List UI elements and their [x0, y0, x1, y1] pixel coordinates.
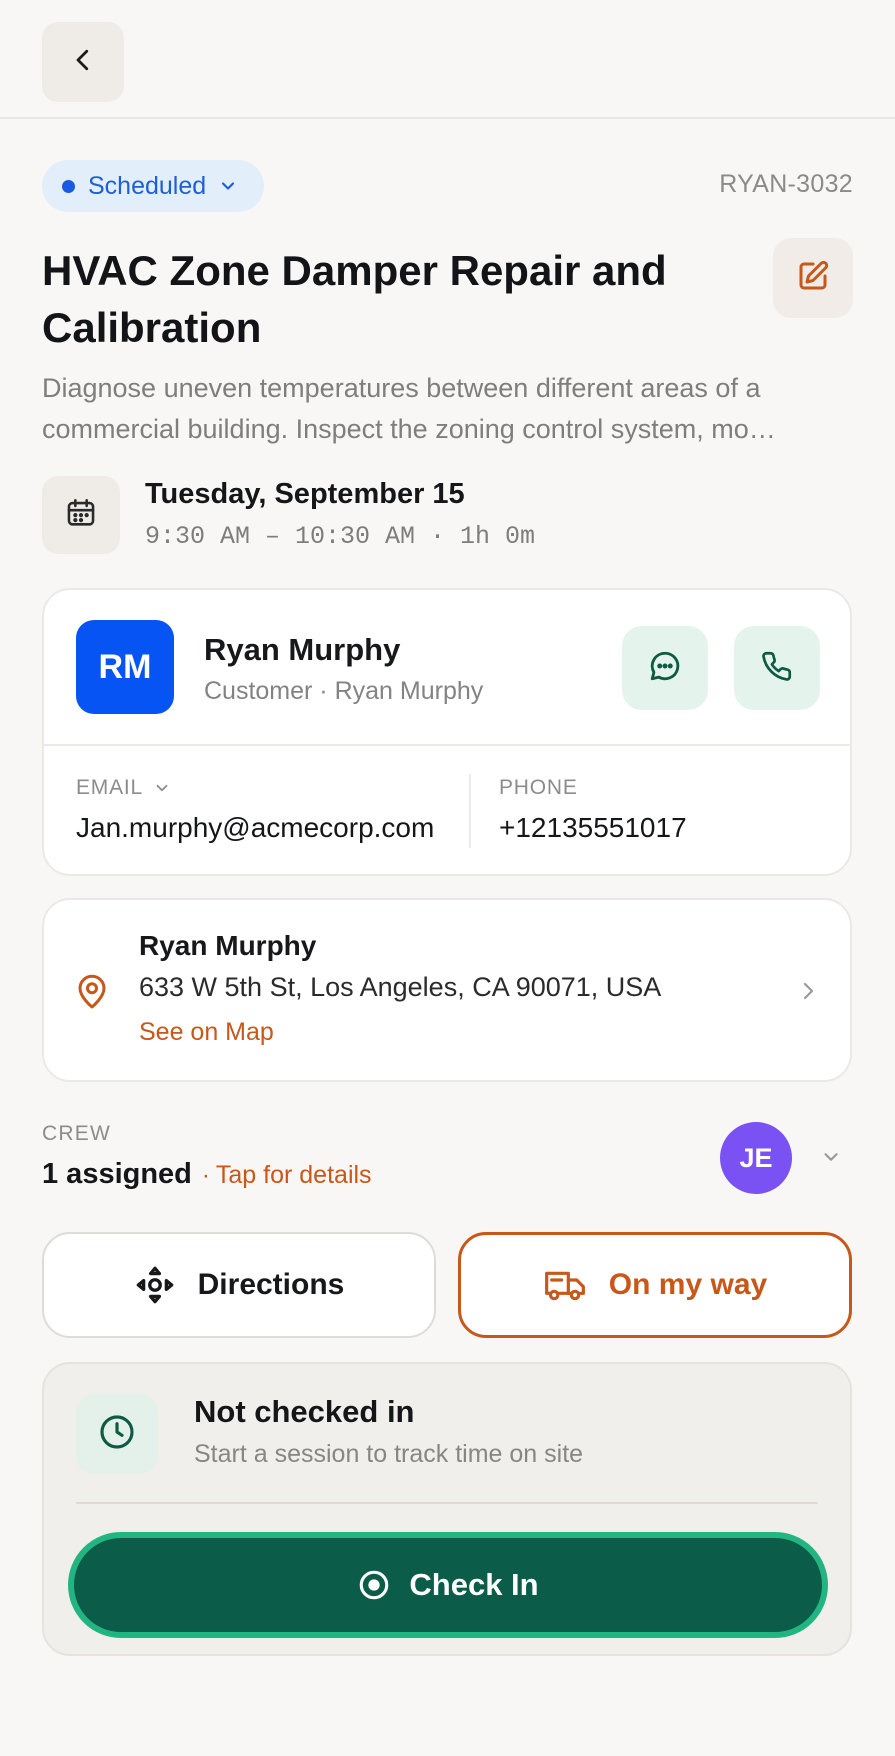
crew-count: 1 assigned [42, 1158, 192, 1190]
job-description: Diagnose uneven temperatures between dif… [42, 373, 776, 444]
job-time: 9:30 AM – 10:30 AM · 1h 0m [145, 522, 536, 551]
divider [469, 774, 471, 848]
see-on-map-link[interactable]: See on Map [139, 1018, 274, 1047]
contact-subtitle: Customer · Ryan Murphy [204, 677, 484, 705]
crew-details-link[interactable]: Tap for details [216, 1161, 372, 1189]
crew-label: CREW [42, 1122, 111, 1145]
top-bar [0, 0, 895, 119]
message-button[interactable] [622, 626, 708, 710]
contact-card: RM Ryan Murphy Customer · Ryan Murphy EM… [42, 588, 852, 876]
chat-bubble-icon [647, 648, 683, 689]
calendar-icon-box [42, 476, 120, 554]
status-dot-icon [62, 179, 75, 193]
check-in-status-subtitle: Start a session to track time on site [194, 1440, 584, 1468]
email-label-dropdown[interactable]: EMAIL [76, 776, 171, 800]
divider [76, 1502, 818, 1504]
check-in-status-title: Not checked in [194, 1394, 415, 1429]
job-id: RYAN-3032 [719, 170, 853, 198]
on-my-way-label: On my way [608, 1268, 768, 1301]
address-name: Ryan Murphy [139, 930, 317, 961]
clock-icon-box [76, 1394, 158, 1474]
back-button[interactable] [42, 22, 124, 102]
location-pin-icon [74, 972, 110, 1017]
chevron-down-icon [218, 176, 238, 196]
chevron-down-icon[interactable] [818, 1146, 844, 1173]
job-date: Tuesday, September 15 [145, 478, 465, 510]
crew-summary[interactable]: 1 assigned · Tap for details [42, 1158, 372, 1191]
directions-label: Directions [197, 1268, 345, 1301]
on-my-way-button[interactable]: On my way [458, 1232, 852, 1338]
job-title: HVAC Zone Damper Repair and Calibration [42, 247, 667, 351]
contact-name: Ryan Murphy [204, 632, 401, 667]
record-icon [357, 1568, 391, 1602]
call-button[interactable] [734, 626, 820, 710]
crew-avatar[interactable]: JE [720, 1122, 792, 1194]
chevron-right-icon [796, 978, 820, 1009]
check-in-panel: Not checked in Start a session to track … [42, 1362, 852, 1656]
phone-icon [760, 649, 794, 688]
status-label: Scheduled [88, 171, 207, 200]
check-in-label: Check In [409, 1567, 539, 1602]
chevron-left-icon [68, 45, 98, 80]
email-label: EMAIL [76, 776, 144, 799]
directions-icon [134, 1264, 176, 1306]
edit-button[interactable] [773, 238, 853, 318]
status-dropdown[interactable]: Scheduled [42, 160, 264, 212]
phone-label: PHONE [499, 776, 578, 799]
avatar: RM [76, 620, 174, 714]
phone-value[interactable]: +12135551017 [499, 812, 687, 844]
calendar-icon [64, 496, 98, 535]
address-line: 633 W 5th St, Los Angeles, CA 90071, USA [139, 972, 662, 1002]
check-in-button[interactable]: Check In [68, 1532, 828, 1638]
clock-icon [97, 1412, 137, 1457]
crew-separator: · [201, 1162, 210, 1189]
address-card[interactable]: Ryan Murphy 633 W 5th St, Los Angeles, C… [42, 898, 852, 1082]
truck-icon [543, 1265, 587, 1305]
directions-button[interactable]: Directions [42, 1232, 436, 1338]
chevron-down-icon [153, 779, 171, 797]
edit-icon [795, 258, 831, 299]
divider [44, 744, 850, 746]
email-value[interactable]: Jan.murphy@acmecorp.com [76, 812, 434, 844]
